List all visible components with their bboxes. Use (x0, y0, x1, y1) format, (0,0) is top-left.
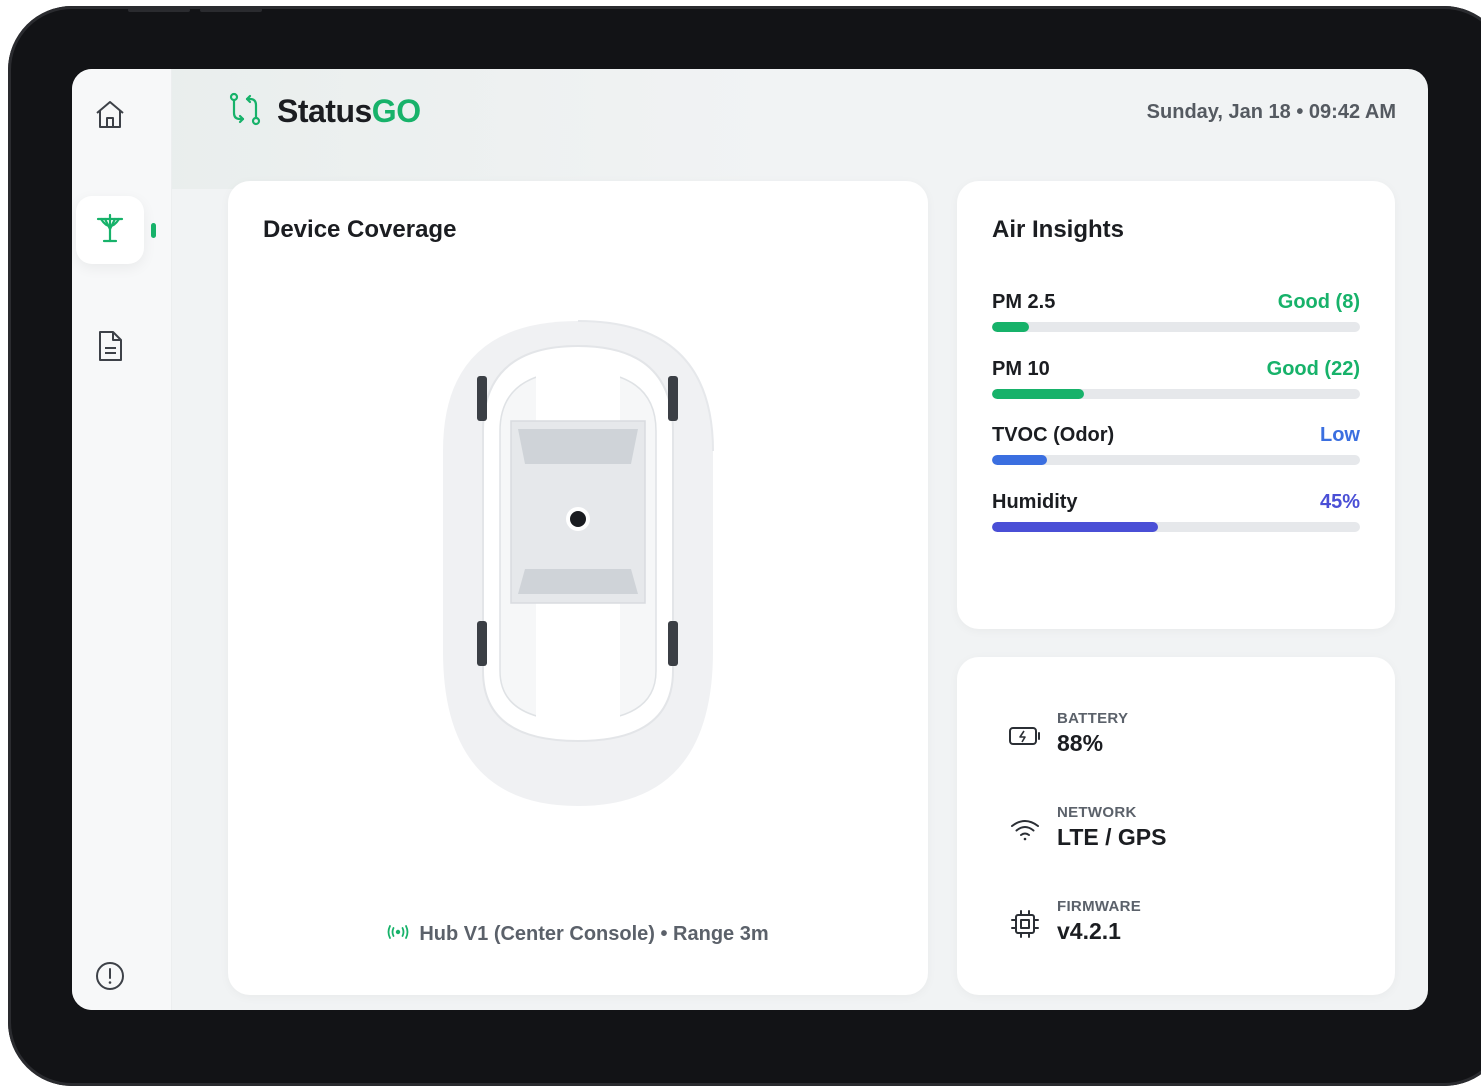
hardware-button (200, 8, 262, 12)
active-nav-indicator (151, 223, 156, 238)
metric-track (992, 389, 1360, 399)
card-title: Device Coverage (263, 216, 457, 243)
metric-label: Humidity (992, 491, 1078, 513)
battery-status: BATTERY 88% (1007, 710, 1367, 770)
metric-value: Low (1320, 424, 1360, 446)
metric-value: Good (22) (1266, 358, 1360, 380)
document-icon[interactable] (91, 327, 129, 365)
stat-value: 88% (1057, 730, 1104, 756)
info-icon[interactable] (91, 957, 129, 995)
stat-label: BATTERY (1057, 710, 1129, 727)
metric-tvoc: TVOC (Odor) Low (992, 424, 1360, 474)
device-status-card: BATTERY 88% NETWORK LTE / GPS FIRMWARE v… (957, 657, 1395, 995)
chip-icon (1007, 906, 1043, 942)
metric-fill (992, 389, 1084, 399)
route-icon (227, 91, 263, 132)
metric-humidity: Humidity 45% (992, 491, 1360, 541)
metric-fill (992, 322, 1029, 332)
sidebar-item-air-tower[interactable] (76, 196, 144, 264)
sidebar (72, 69, 172, 1010)
metric-fill (992, 455, 1048, 465)
battery-icon (1007, 718, 1043, 754)
wifi-icon (1007, 812, 1043, 848)
network-status: NETWORK LTE / GPS (1007, 804, 1367, 864)
metric-track (992, 455, 1360, 465)
metric-pm10: PM 10 Good (22) (992, 358, 1360, 408)
metric-label: PM 2.5 (992, 291, 1056, 313)
air-insights-card: Air Insights PM 2.5 Good (8) PM 10 Good … (957, 181, 1395, 629)
car-diagram (428, 311, 728, 821)
car-wheel (668, 376, 678, 421)
metric-pm25: PM 2.5 Good (8) (992, 291, 1360, 341)
air-tower-icon (93, 211, 127, 250)
brand-prefix: Status (277, 93, 372, 129)
metric-value: 45% (1319, 491, 1360, 513)
car-wheel (668, 621, 678, 666)
car-wheel (477, 621, 487, 666)
brand-suffix: GO (371, 93, 421, 129)
datetime: Sunday, Jan 18 • 09:42 AM (1146, 101, 1396, 123)
metric-value: Good (8) (1277, 291, 1360, 313)
metric-label: PM 10 (992, 358, 1050, 380)
metric-label: TVOC (Odor) (992, 424, 1115, 446)
hub-text: Hub V1 (Center Console) • Range 3m (419, 923, 769, 945)
device-coverage-card: Device Coverage Hub V1 (Center Console) … (228, 181, 928, 995)
hardware-button (128, 8, 190, 12)
metric-fill (992, 522, 1158, 532)
signal-icon (387, 923, 409, 946)
stat-value: v4.2.1 (1057, 918, 1121, 944)
app-screen: StatusGO Sunday, Jan 18 • 09:42 AM Devic… (72, 69, 1428, 1010)
metric-track (992, 322, 1360, 332)
metric-track (992, 522, 1360, 532)
car-wheel (477, 376, 487, 421)
stat-value: LTE / GPS (1057, 824, 1167, 850)
brand-name: StatusGO (277, 93, 421, 130)
brand: StatusGO (227, 91, 421, 132)
stat-label: FIRMWARE (1057, 898, 1142, 915)
stat-label: NETWORK (1057, 804, 1137, 821)
hub-info: Hub V1 (Center Console) • Range 3m (228, 923, 928, 946)
firmware-status: FIRMWARE v4.2.1 (1007, 898, 1367, 958)
home-icon[interactable] (91, 96, 129, 134)
card-title: Air Insights (992, 216, 1125, 243)
